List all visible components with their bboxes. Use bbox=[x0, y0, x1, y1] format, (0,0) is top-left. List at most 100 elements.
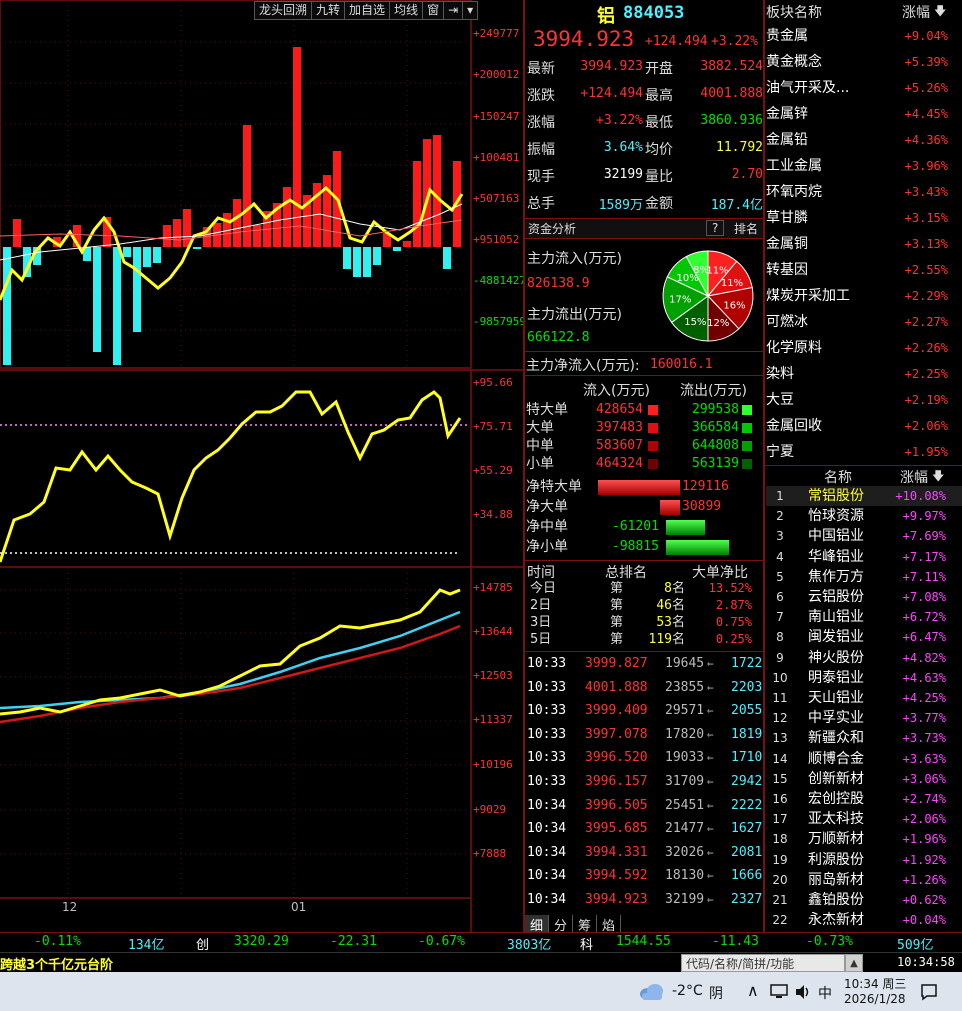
price-axis-label: +11337 bbox=[473, 713, 513, 726]
sector-row[interactable]: 化学原料 +2.26% bbox=[766, 335, 956, 361]
stock-row[interactable]: 3 中国铝业 +7.69% bbox=[766, 526, 962, 546]
news-ticker[interactable]: 跨越3个千亿元台阶 代码/名称/简拼/功能 ▲ 10:34:58 bbox=[0, 952, 962, 973]
sector-row[interactable]: 环氧丙烷 +3.43% bbox=[766, 179, 956, 205]
sector-row[interactable]: 金属铅 +4.36% bbox=[766, 127, 956, 153]
sector-name: 油气开采及... bbox=[766, 80, 850, 96]
sector-row[interactable]: 黄金概念 +5.39% bbox=[766, 49, 956, 75]
stock-row[interactable]: 20 丽岛新材 +1.26% bbox=[766, 870, 962, 890]
notification-icon[interactable] bbox=[920, 983, 938, 1001]
quote-label: 开盘 bbox=[645, 61, 673, 77]
left-arrow-icon: ⇐ bbox=[707, 869, 714, 883]
stock-row[interactable]: 9 神火股份 +4.82% bbox=[766, 648, 962, 668]
toolbar-button-nine-turn[interactable]: 九转 bbox=[311, 1, 345, 20]
sector-row[interactable]: 宁夏 +1.95% bbox=[766, 439, 956, 465]
sector-row[interactable]: 金属锌 +4.45% bbox=[766, 101, 956, 127]
help-button[interactable]: ? bbox=[706, 220, 725, 236]
tab-minute[interactable]: 分 bbox=[549, 915, 573, 934]
sector-row[interactable]: 工业金属 +3.96% bbox=[766, 153, 956, 179]
quote-value: 4001.888 bbox=[700, 86, 763, 101]
stock-row[interactable]: 17 亚太科技 +2.06% bbox=[766, 809, 962, 829]
cloud-icon[interactable] bbox=[638, 981, 666, 1001]
weather-condition[interactable]: 阴 bbox=[709, 983, 723, 1003]
stock-row[interactable]: 18 万顺新材 +1.96% bbox=[766, 829, 962, 849]
tab-chips[interactable]: 筹 bbox=[573, 915, 597, 934]
fund-analysis-title[interactable]: 资金分析 bbox=[528, 220, 576, 237]
stock-row[interactable]: 12 中孚实业 +3.77% bbox=[766, 708, 962, 728]
toolbar-button-add-watchlist[interactable]: 加自选 bbox=[344, 1, 390, 20]
stock-header-pct[interactable]: 涨幅 bbox=[900, 467, 928, 487]
news-headline[interactable]: 跨越3个千亿元台阶 bbox=[0, 954, 113, 973]
status-chinext-price: 3320.29 bbox=[234, 934, 289, 949]
toolbar-button-moving-average[interactable]: 均线 bbox=[389, 1, 423, 20]
sector-row[interactable]: 煤炭开采加工 +2.29% bbox=[766, 283, 956, 309]
sector-row[interactable]: 草甘膦 +3.15% bbox=[766, 205, 956, 231]
toolbar-dropdown-icon[interactable]: ▾ bbox=[462, 1, 479, 20]
stock-row[interactable]: 13 新疆众和 +3.73% bbox=[766, 728, 962, 748]
tick-time: 10:34 bbox=[527, 892, 567, 907]
stock-row[interactable]: 4 华峰铝业 +7.17% bbox=[766, 547, 962, 567]
sector-row[interactable]: 金属回收 +2.06% bbox=[766, 413, 956, 439]
stock-row[interactable]: 14 顺博合金 +3.63% bbox=[766, 749, 962, 769]
stock-row[interactable]: 8 闽发铝业 +6.47% bbox=[766, 627, 962, 647]
stock-row[interactable]: 6 云铝股份 +7.08% bbox=[766, 587, 962, 607]
search-input[interactable]: 代码/名称/简拼/功能 bbox=[681, 954, 845, 972]
rank-tab[interactable]: 排名 bbox=[734, 220, 758, 237]
sector-row[interactable]: 转基因 +2.55% bbox=[766, 257, 956, 283]
stock-row[interactable]: 1 常铝股份 +10.08% bbox=[766, 486, 962, 506]
tick-row: 10:33 3999.827 19645 ⇐ 1722 bbox=[527, 652, 763, 675]
chart-canvas[interactable] bbox=[0, 0, 523, 932]
tray-overflow-icon[interactable]: ∧ bbox=[747, 981, 759, 1000]
taskbar-date[interactable]: 2026/1/28 bbox=[844, 992, 906, 1006]
stock-row[interactable]: 10 明泰铝业 +4.63% bbox=[766, 668, 962, 688]
sector-row[interactable]: 染料 +2.25% bbox=[766, 361, 956, 387]
sector-name: 工业金属 bbox=[766, 158, 822, 174]
stock-row[interactable]: 7 南山铝业 +6.72% bbox=[766, 607, 962, 627]
sector-row[interactable]: 油气开采及... +5.26% bbox=[766, 75, 956, 101]
toolbar-button-leader-review[interactable]: 龙头回溯 bbox=[254, 1, 312, 20]
stock-list-header[interactable]: 名称 涨幅 🡇 bbox=[766, 466, 962, 486]
sort-down-icon[interactable]: 🡇 bbox=[934, 2, 946, 23]
status-star-price: 1544.55 bbox=[616, 934, 671, 949]
stock-row[interactable]: 22 永杰新材 +0.04% bbox=[766, 910, 962, 930]
stock-header-name[interactable]: 名称 bbox=[824, 467, 852, 487]
sector-name: 宁夏 bbox=[766, 444, 794, 460]
sector-row[interactable]: 贵金属 +9.04% bbox=[766, 23, 956, 49]
sector-header-pct[interactable]: 涨幅 bbox=[902, 2, 930, 22]
tick-row: 10:33 3999.409 29571 ⇐ 2055 bbox=[527, 699, 763, 722]
sector-list-header[interactable]: 板块名称 涨幅 🡇 bbox=[766, 0, 962, 24]
tab-flame[interactable]: 焰 bbox=[597, 915, 621, 934]
taskbar-time[interactable]: 10:34 周三 bbox=[844, 975, 906, 992]
sector-row[interactable]: 金属铜 +3.13% bbox=[766, 231, 956, 257]
tick-volume: 17820 bbox=[665, 726, 705, 742]
stock-row[interactable]: 11 天山铝业 +4.25% bbox=[766, 688, 962, 708]
main-net-inflow-value: 160016.1 bbox=[650, 357, 713, 372]
network-icon[interactable] bbox=[770, 984, 788, 1000]
stock-row[interactable]: 5 焦作万方 +7.11% bbox=[766, 567, 962, 587]
sector-name: 大豆 bbox=[766, 392, 794, 408]
search-dropdown-icon[interactable]: ▲ bbox=[845, 954, 863, 972]
sector-row[interactable]: 大豆 +2.19% bbox=[766, 387, 956, 413]
volume-icon[interactable] bbox=[794, 984, 812, 1000]
sector-pct: +2.19% bbox=[904, 393, 948, 407]
tick-count: 1666 bbox=[731, 868, 763, 884]
stock-row[interactable]: 15 创新新材 +3.06% bbox=[766, 769, 962, 789]
weather-temperature[interactable]: -2°C bbox=[672, 983, 703, 999]
sector-row[interactable]: 可燃冰 +2.27% bbox=[766, 309, 956, 335]
sector-header-name[interactable]: 板块名称 bbox=[766, 2, 822, 22]
stock-row[interactable]: 19 利源股份 +1.92% bbox=[766, 850, 962, 870]
stock-index: 9 bbox=[776, 650, 784, 665]
stock-row[interactable]: 21 鑫铂股份 +0.62% bbox=[766, 890, 962, 910]
stock-pct: +3.73% bbox=[902, 731, 946, 746]
tick-price: 3994.331 bbox=[585, 844, 648, 860]
toolbar-button-window[interactable]: 窗 bbox=[422, 1, 444, 20]
sort-down-icon[interactable]: 🡇 bbox=[932, 467, 944, 488]
stock-row[interactable]: 16 宏创控股 +2.74% bbox=[766, 789, 962, 809]
stock-index: 22 bbox=[772, 913, 788, 928]
rank-period: 3日 bbox=[530, 615, 552, 630]
stock-name: 神火股份 bbox=[808, 649, 864, 666]
tab-detail[interactable]: 细 bbox=[525, 915, 549, 934]
chart-area[interactable] bbox=[0, 0, 523, 932]
toolbar-collapse-icon[interactable]: ⇥ bbox=[443, 1, 463, 20]
ime-indicator[interactable]: 中 bbox=[818, 983, 832, 1003]
stock-row[interactable]: 2 怡球资源 +9.97% bbox=[766, 506, 962, 526]
